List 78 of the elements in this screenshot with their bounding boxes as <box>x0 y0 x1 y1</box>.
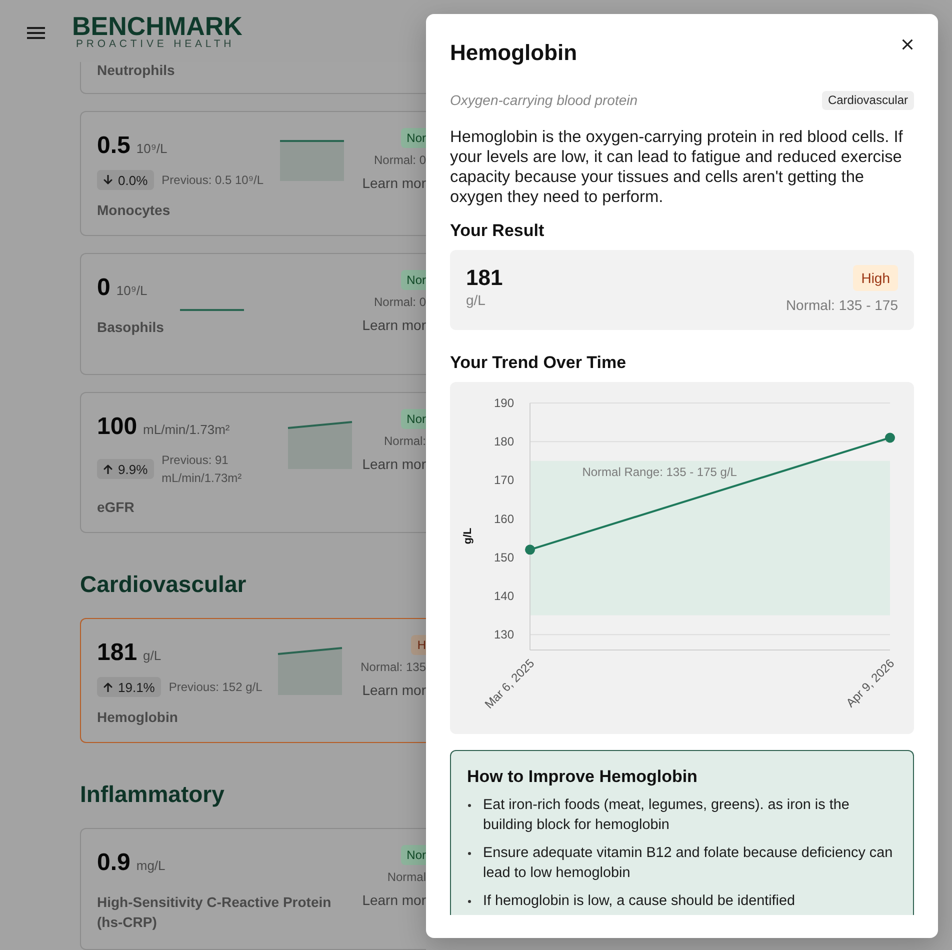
result-value: 0 <box>97 273 110 303</box>
result-unit: 10⁹/L <box>116 282 148 300</box>
result-unit: mg/L <box>136 857 166 875</box>
normal-range: Normal: <box>384 433 426 449</box>
category-tag: Cardiovascular <box>822 90 914 110</box>
biomarker-name: eGFR <box>97 498 134 517</box>
result-value: 181 <box>466 265 503 291</box>
biomarker-name: Monocytes <box>97 201 170 220</box>
modal-subtitle: Oxygen-carrying blood protein <box>450 91 638 110</box>
trend-sparkline <box>280 140 344 181</box>
biomarker-name: Basophils <box>97 318 164 337</box>
y-tick-label: 140 <box>494 588 514 603</box>
status-badge: H <box>411 635 426 655</box>
tips-title: How to Improve Hemoglobin <box>467 766 698 788</box>
tip-text: Eat iron-rich foods (meat, legumes, greens). as iron is the building block for hemoglobin <box>483 796 850 835</box>
logo-tagline: PROACTIVE HEALTH <box>75 38 236 50</box>
close-icon <box>902 38 912 50</box>
previous-value: Previous: 91 mL/min/1.73m² <box>162 452 243 487</box>
trend-sparkline <box>278 647 342 695</box>
section-heading: Inflammatory <box>80 780 226 808</box>
normal-range: Normal: 135 <box>360 659 426 675</box>
normal-range: Normal: 135 - 175 <box>786 297 898 313</box>
learn-more-link[interactable]: Learn mor <box>362 890 426 910</box>
modal-title: Hemoglobin <box>450 39 578 67</box>
section-heading: Your Trend Over Time <box>450 352 628 374</box>
previous-value: Previous: 0.5 10⁹/L <box>162 172 264 189</box>
normal-range: Normal: 0 <box>374 152 426 168</box>
result-value: 100 <box>97 412 138 442</box>
status-badge: Nor <box>400 409 426 429</box>
data-point <box>525 544 535 555</box>
y-tick-label: 130 <box>494 628 514 642</box>
result-unit: g/L <box>143 647 162 665</box>
section-heading: Cardiovascular <box>80 570 248 598</box>
description-text: Hemoglobin is the oxygen-carrying protein in red blood cells. If your levels are low, it can lead to fatigue and reduced exercise capacity because your tissues and cells aren't getting the oxygen they need to perform. <box>450 127 904 207</box>
change-percent: 0.0% <box>118 172 148 188</box>
y-tick-label: 170 <box>494 473 514 488</box>
result-unit: g/L <box>466 291 486 309</box>
tip-text: Ensure adequate vitamin B12 and folate because deficiency can lead to low hemoglobin <box>483 844 894 883</box>
status-badge: Nor <box>400 128 426 148</box>
bullet-icon <box>468 852 471 855</box>
result-value: 0.9 <box>97 848 130 878</box>
change-percent: 9.9% <box>118 462 148 476</box>
trend-sparkline <box>288 421 352 469</box>
y-tick-label: 180 <box>494 434 514 449</box>
result-value: 181 <box>97 638 138 668</box>
status-badge: Nor <box>400 270 426 290</box>
result-value: 0.5 <box>97 131 130 161</box>
logo-wordmark: BENCHMARK <box>72 14 242 38</box>
section-heading: Your Result <box>450 220 546 242</box>
status-badge: High <box>853 265 898 291</box>
biomarker-name: Neutrophils <box>97 62 175 78</box>
y-tick-label: 160 <box>494 512 514 526</box>
arrow-down-icon <box>103 175 113 185</box>
trend-sparkline <box>180 309 244 311</box>
data-point <box>885 432 895 443</box>
learn-more-link[interactable]: Learn mor <box>362 173 426 193</box>
biomarker-name: Hemoglobin <box>97 708 178 727</box>
result-unit: 10⁹/L <box>136 140 168 158</box>
y-tick-label: 150 <box>494 550 514 564</box>
biomarker-name: High-Sensitivity C-Reactive Protein (hs-CRP) <box>97 893 332 932</box>
normal-range-label: Normal Range: 135 - 175 g/L <box>582 464 737 479</box>
result-unit: mL/min/1.73m² <box>143 421 230 439</box>
arrow-up-icon <box>103 464 113 474</box>
learn-more-link[interactable]: Learn mor <box>362 315 426 335</box>
bullet-icon <box>468 804 471 807</box>
bullet-icon <box>468 900 471 903</box>
menu-icon[interactable] <box>27 27 45 39</box>
arrow-up-icon <box>103 682 113 692</box>
status-badge: Nor <box>400 845 426 865</box>
normal-range: Normal: 0 <box>374 294 426 310</box>
normal-range: Normal <box>387 869 426 885</box>
change-percent: 19.1% <box>118 680 155 694</box>
tip-text: If hemoglobin is low, a cause should be identified <box>483 892 795 911</box>
previous-value: Previous: 152 g/L <box>168 679 262 696</box>
y-tick-label: 190 <box>494 396 514 410</box>
learn-more-link[interactable]: Learn mor <box>362 454 426 474</box>
y-axis-label: g/L <box>462 528 474 544</box>
learn-more-link[interactable]: Learn mor <box>362 680 426 700</box>
